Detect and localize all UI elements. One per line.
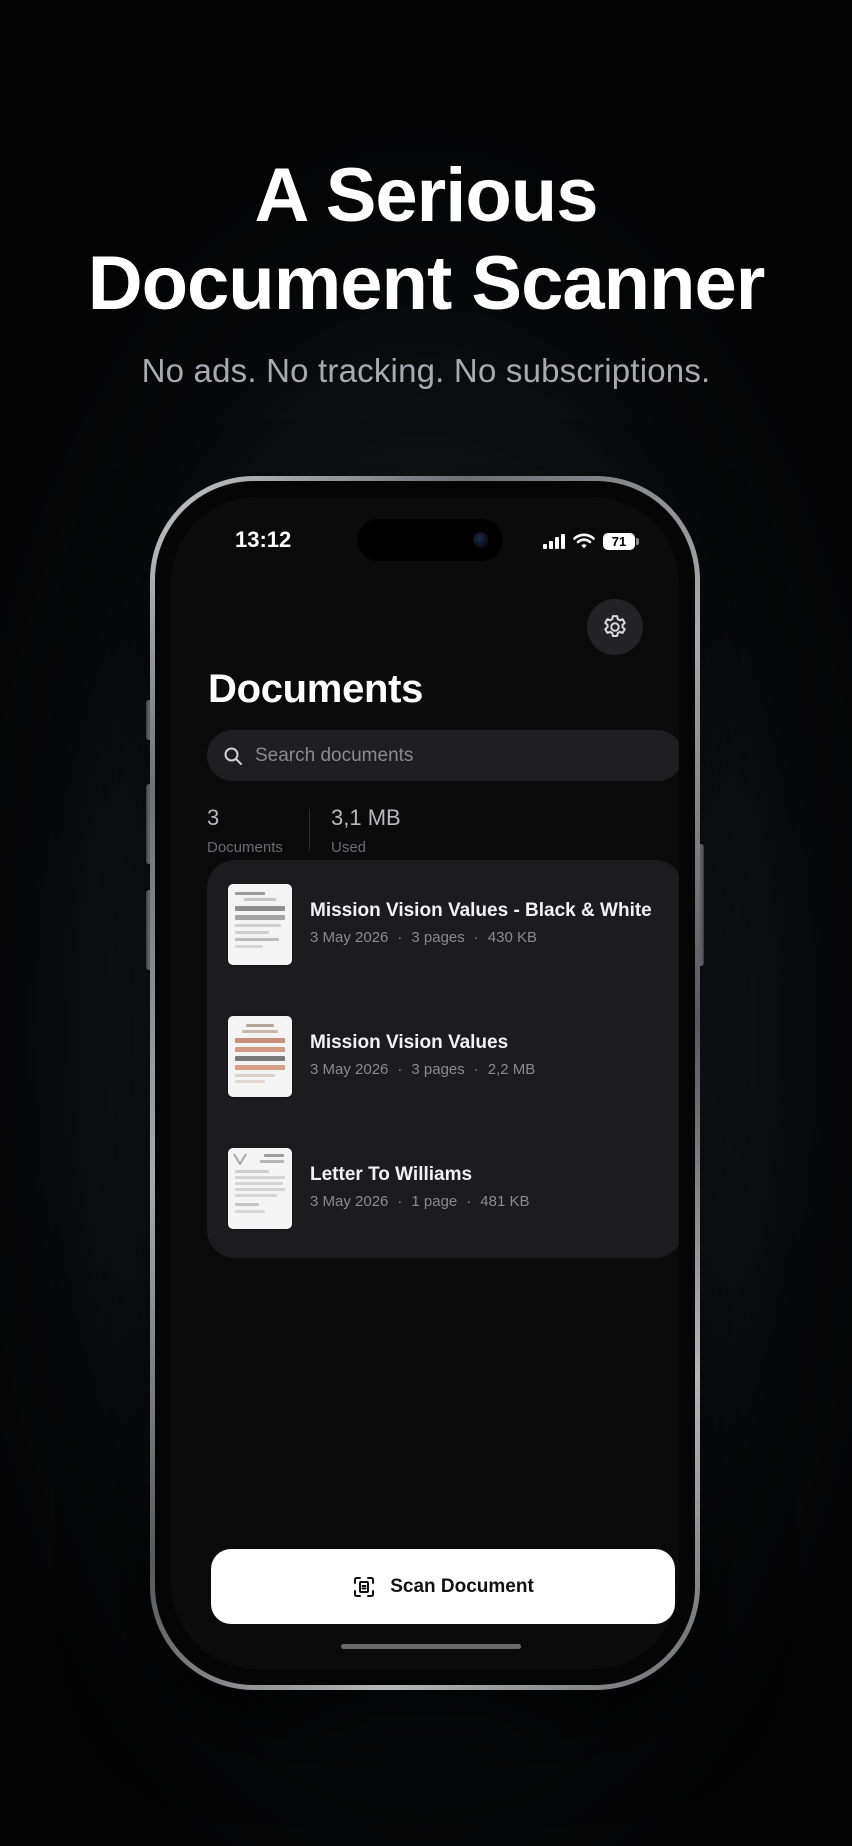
document-pages: 3 pages bbox=[411, 929, 465, 946]
document-size: 481 KB bbox=[480, 1193, 530, 1210]
meta-separator: · bbox=[473, 929, 479, 946]
stat-documents-value: 3 bbox=[207, 805, 220, 830]
signal-icon bbox=[543, 533, 565, 549]
document-name: Mission Vision Values - Black & White bbox=[310, 900, 652, 921]
document-size: 2,2 MB bbox=[487, 1061, 536, 1078]
phone-bezel: 13:12 71 Documents Search documents 3 Do… bbox=[155, 481, 695, 1685]
stat-divider bbox=[309, 809, 310, 851]
gear-icon bbox=[600, 612, 630, 642]
document-row[interactable]: Mission Vision Values - Black & White 3 … bbox=[207, 867, 679, 967]
stat-storage-value: 3,1 MB bbox=[331, 805, 401, 830]
document-row[interactable]: Mission Vision Values 3 May 2026 · 3 pages… bbox=[207, 999, 679, 1099]
document-date: 3 May 2026 bbox=[310, 929, 389, 946]
document-meta: 3 May 2026 · 1 page · 481 KB bbox=[310, 1193, 530, 1210]
document-pages: 3 pages bbox=[411, 1061, 465, 1078]
dynamic-island bbox=[357, 519, 503, 561]
document-thumbnail bbox=[228, 884, 292, 965]
marketing-subheadline: No ads. No tracking. No subscriptions. bbox=[141, 352, 711, 389]
meta-separator: · bbox=[397, 1193, 403, 1210]
document-row[interactable]: Letter To Williams 3 May 2026 · 1 page · 481… bbox=[207, 1131, 679, 1231]
headline-line-1: A Serious bbox=[254, 153, 599, 238]
stat-documents-label: Documents bbox=[207, 839, 283, 856]
settings-button[interactable] bbox=[587, 599, 643, 655]
headline-line-2: Document Scanner bbox=[87, 241, 766, 326]
phone-frame: 13:12 71 Documents Search documents 3 Do… bbox=[150, 476, 700, 1690]
document-scan-icon bbox=[352, 1575, 376, 1599]
battery-icon: 71 bbox=[603, 532, 639, 550]
search-icon bbox=[223, 746, 243, 766]
home-indicator[interactable] bbox=[341, 1644, 521, 1649]
stat-storage: 3,1 MB Used bbox=[331, 805, 401, 856]
search-input[interactable]: Search documents bbox=[207, 730, 679, 781]
search-placeholder: Search documents bbox=[255, 744, 414, 766]
battery-level: 71 bbox=[603, 532, 635, 550]
document-date: 3 May 2026 bbox=[310, 1061, 389, 1078]
meta-separator: · bbox=[466, 1193, 472, 1210]
document-meta: 3 May 2026 · 3 pages · 2,2 MB bbox=[310, 1061, 535, 1078]
document-pages: 1 page bbox=[411, 1193, 458, 1210]
stat-documents: 3 Documents bbox=[207, 805, 283, 856]
marketing-headline: A Serious Document Scanner bbox=[0, 152, 852, 328]
status-time: 13:12 bbox=[235, 527, 292, 552]
scan-document-button[interactable]: Scan Document bbox=[211, 1549, 675, 1624]
page-title: Documents bbox=[208, 667, 424, 711]
stat-storage-label: Used bbox=[331, 839, 367, 856]
document-date: 3 May 2026 bbox=[310, 1193, 389, 1210]
wifi-icon bbox=[573, 533, 595, 549]
document-thumbnail bbox=[228, 1016, 292, 1097]
status-indicators: 71 bbox=[543, 531, 639, 551]
document-meta: 3 May 2026 · 3 pages · 430 KB bbox=[310, 929, 537, 946]
meta-separator: · bbox=[473, 1061, 479, 1078]
document-name: Letter To Williams bbox=[310, 1164, 473, 1185]
meta-separator: · bbox=[397, 1061, 403, 1078]
document-thumbnail bbox=[228, 1148, 292, 1229]
meta-separator: · bbox=[397, 929, 403, 946]
document-size: 430 KB bbox=[487, 929, 537, 946]
document-list: Mission Vision Values - Black & White 3 … bbox=[207, 860, 679, 1258]
app-screen: 13:12 71 Documents Search documents 3 Do… bbox=[171, 497, 679, 1669]
camera-icon bbox=[473, 532, 489, 548]
scan-document-label: Scan Document bbox=[390, 1575, 534, 1597]
document-name: Mission Vision Values bbox=[310, 1032, 509, 1053]
